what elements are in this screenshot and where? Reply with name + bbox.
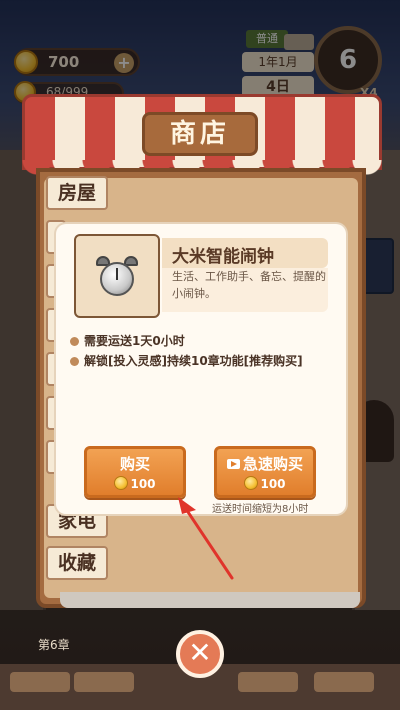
fast-buy-price: 100 bbox=[217, 476, 313, 491]
close-button[interactable]: ✕ bbox=[176, 630, 224, 678]
bottom-slot bbox=[10, 672, 70, 692]
bullet-icon bbox=[70, 357, 79, 366]
fast-buy-button[interactable]: 急速购买 100 bbox=[214, 446, 316, 498]
fast-buy-hint: 运送时间缩短为8小时 bbox=[212, 504, 309, 515]
coin-icon bbox=[114, 476, 129, 490]
chapter-label: 第6章 bbox=[38, 638, 70, 652]
buy-button[interactable]: 购买 100 bbox=[84, 446, 186, 498]
fast-buy-price-value: 100 bbox=[260, 477, 286, 491]
buy-price-value: 100 bbox=[130, 477, 156, 491]
bottom-slot bbox=[314, 672, 374, 692]
requirement-item: 解锁[投入灵感]持续10章功能[推荐购买] bbox=[70, 352, 303, 369]
tab-house[interactable]: 房屋 bbox=[46, 176, 108, 210]
fast-buy-label-text: 急速购买 bbox=[242, 455, 303, 473]
bullet-icon bbox=[70, 337, 79, 346]
shop-frame-bottom bbox=[60, 592, 360, 608]
item-name: 大米智能闹钟 bbox=[172, 247, 274, 267]
requirement-item: 需要运送1天0小时 bbox=[70, 332, 185, 349]
bottom-slot bbox=[74, 672, 134, 692]
item-description: 生活、工作助手、备忘、提醒的小闹钟。 bbox=[172, 270, 326, 300]
buy-button-label: 购买 bbox=[119, 455, 150, 473]
shop-title: 商店 bbox=[142, 112, 258, 156]
buy-price: 100 bbox=[87, 476, 183, 491]
requirement-text: 解锁[投入灵感]持续10章功能[推荐购买] bbox=[84, 354, 303, 368]
fast-buy-label: 急速购买 bbox=[217, 453, 313, 474]
alarm-clock-hand bbox=[116, 268, 118, 280]
bottom-slot bbox=[238, 672, 298, 692]
requirement-text: 需要运送1天0小时 bbox=[84, 334, 185, 348]
tab-collection[interactable]: 收藏 bbox=[46, 546, 108, 580]
video-ad-icon bbox=[226, 459, 240, 469]
coin-icon bbox=[244, 476, 259, 490]
